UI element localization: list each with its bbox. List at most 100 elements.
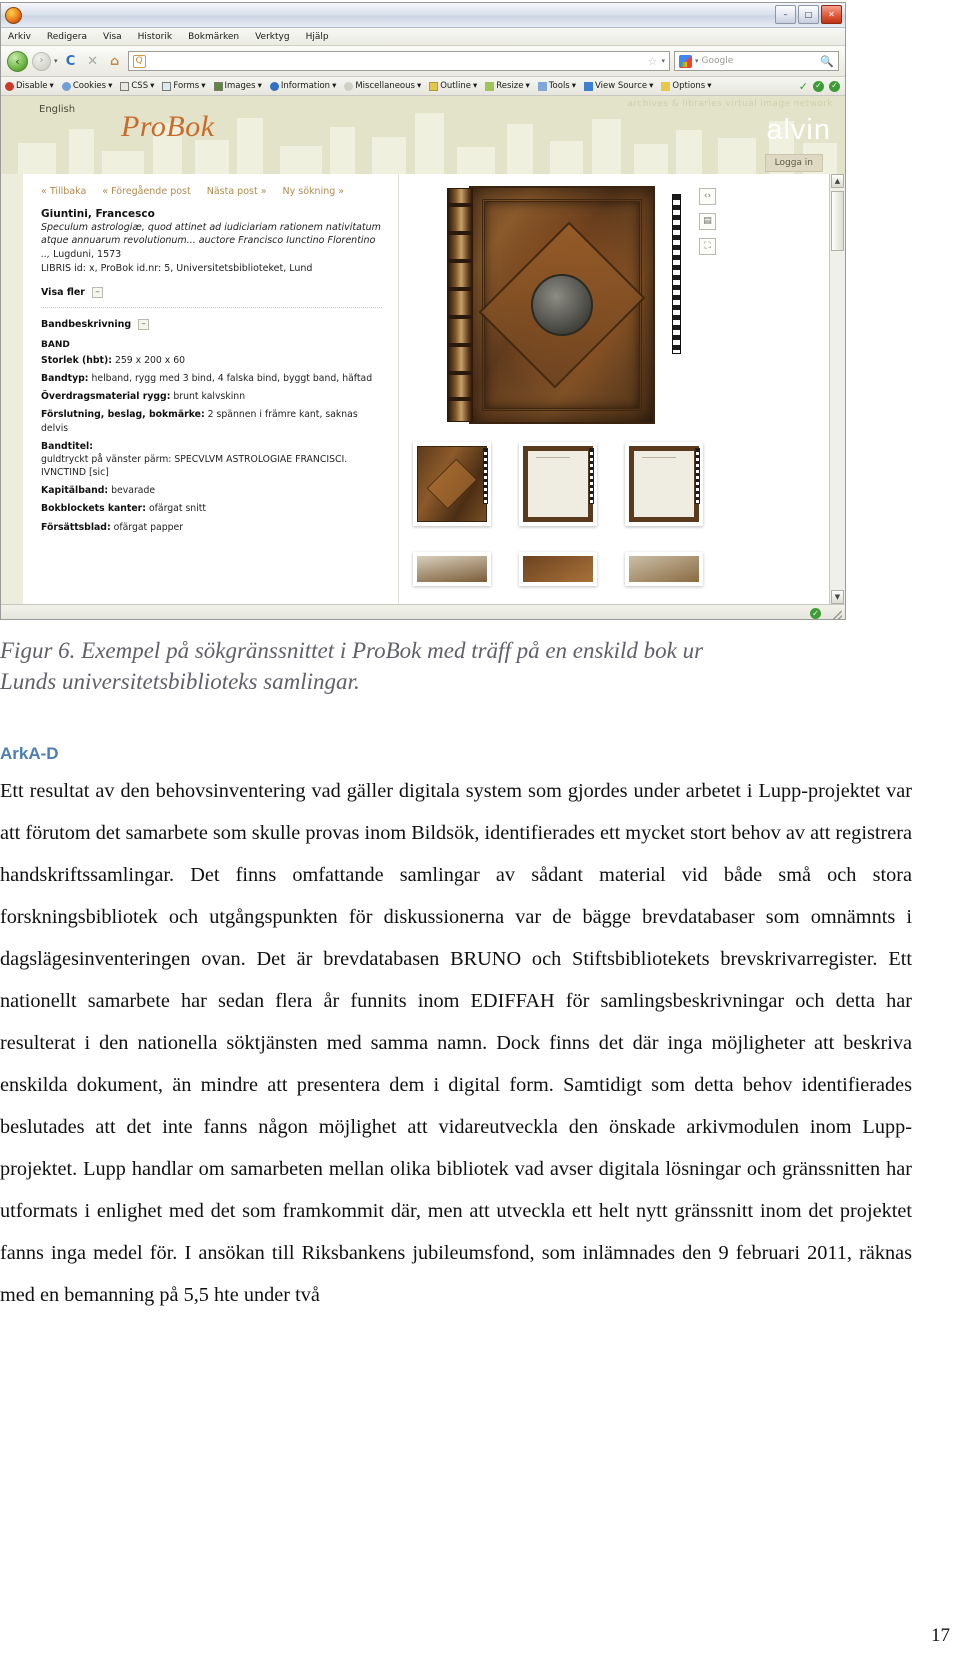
devtool-css[interactable]: CSS ▾	[120, 81, 154, 91]
record-details-panel: « Tillbaka « Föregående post Nästa post …	[1, 174, 399, 604]
binding-description-header[interactable]: Bandbeskrivning –	[41, 318, 382, 330]
search-bar[interactable]: ▾ Google 🔍	[674, 51, 839, 71]
binding-description-title: Bandbeskrivning	[41, 318, 132, 330]
minimize-button[interactable]: –	[775, 5, 796, 24]
scroll-up-arrow-icon[interactable]: ▲	[831, 174, 844, 188]
devtool-status-icons: ✓ ✓ ✓	[799, 80, 840, 92]
page-favicon-icon: Q	[132, 54, 146, 68]
history-dropdown-icon[interactable]: ▾	[54, 57, 58, 65]
devtool-resize[interactable]: Resize ▾	[485, 81, 530, 91]
stop-icon[interactable]: ✕	[84, 52, 102, 70]
search-engine-dropdown-icon[interactable]: ▾	[695, 57, 699, 65]
page-vertical-scrollbar[interactable]: ▲ ▼	[829, 174, 845, 604]
figure-caption: Figur 6. Exempel på sökgränssnittet i Pr…	[0, 636, 912, 697]
menu-item-redigera[interactable]: Redigera	[47, 32, 87, 42]
menu-item-arkiv[interactable]: Arkiv	[8, 32, 31, 42]
google-icon	[679, 54, 692, 68]
devtool-images[interactable]: Images ▾	[213, 81, 262, 91]
expand-view-icon[interactable]: ‹›	[699, 188, 716, 205]
devtool-images-label: Images	[224, 81, 256, 91]
menu-item-visa[interactable]: Visa	[103, 32, 122, 42]
devtool-options[interactable]: Options ▾	[661, 81, 711, 91]
thumbnail-item[interactable]	[519, 442, 597, 526]
record-author: Giuntini, Francesco	[41, 208, 155, 220]
probok-logo[interactable]: ProBok	[121, 110, 215, 144]
devtool-css-label: CSS	[131, 81, 149, 91]
validation-ok-circle-icon-2: ✓	[829, 80, 840, 92]
thumbnail-item[interactable]	[625, 442, 703, 526]
body-text: Ett resultat av den behovsinventering va…	[0, 770, 912, 1316]
devtool-disable-label: Disable	[16, 81, 48, 91]
web-developer-toolbar: Disable ▾ Cookies ▾ CSS ▾ Forms ▾ Images ▾ In…	[1, 77, 845, 96]
search-input-placeholder[interactable]: Google	[702, 56, 818, 66]
scroll-down-arrow-icon[interactable]: ▼	[831, 590, 844, 604]
thumbnail-item[interactable]	[413, 442, 491, 526]
devtool-miscellaneous[interactable]: Miscellaneous ▾	[344, 81, 421, 91]
firefox-logo-icon	[5, 6, 22, 24]
reload-icon[interactable]: C	[62, 52, 80, 70]
show-more-toggle-icon[interactable]: –	[91, 286, 103, 298]
binding-description-toggle-icon[interactable]: –	[138, 318, 150, 330]
thumbnail-item[interactable]	[625, 552, 703, 586]
thumbnail-scale-bar	[695, 448, 700, 504]
browser-menubar[interactable]: Arkiv Redigera Visa Historik Bokmärken V…	[1, 28, 845, 46]
miscellaneous-icon	[344, 81, 354, 91]
menu-item-verktyg[interactable]: Verktyg	[255, 32, 289, 42]
field-bandtyp: Bandtyp: helband, rygg med 3 bind, 4 fal…	[41, 372, 382, 385]
address-bar[interactable]: Q ☆ ▾	[127, 51, 670, 71]
devtool-information[interactable]: Information ▾	[269, 81, 336, 91]
outline-icon	[429, 81, 439, 91]
thumbnail-view-icon[interactable]: ▤	[699, 213, 716, 230]
link-foregaende-post[interactable]: « Föregående post	[102, 186, 190, 197]
section-divider	[41, 306, 382, 308]
link-tillbaka[interactable]: « Tillbaka	[41, 186, 86, 197]
menu-item-hjalp[interactable]: Hjälp	[306, 32, 329, 42]
maximize-button[interactable]: □	[798, 5, 819, 24]
thumbnail-grid-row2	[413, 552, 743, 586]
search-submit-icon[interactable]: 🔍	[820, 56, 834, 67]
cover-center-boss	[531, 274, 593, 336]
thumbnail-item[interactable]	[519, 552, 597, 586]
scrollbar-thumb[interactable]	[831, 191, 844, 251]
devtool-view-source[interactable]: View Source ▾	[584, 81, 653, 91]
record-identifiers: LIBRIS id: x, ProBok id.nr: 5, Universit…	[41, 263, 313, 275]
page-number: 17	[931, 1625, 950, 1646]
home-icon[interactable]: ⌂	[106, 52, 124, 70]
disable-icon	[5, 81, 14, 91]
fullscreen-view-icon[interactable]: ⛶	[699, 238, 716, 255]
devtool-options-label: Options	[672, 81, 706, 91]
devtool-information-label: Information	[280, 81, 331, 91]
cookies-icon	[61, 81, 71, 91]
devtool-caret: ▾	[201, 81, 206, 91]
login-button[interactable]: Logga in	[764, 154, 823, 172]
back-button-icon[interactable]: ‹	[7, 50, 28, 72]
devtool-resize-label: Resize	[496, 81, 524, 91]
thumbnail-page-image	[629, 446, 699, 522]
thumbnail-item[interactable]	[413, 552, 491, 586]
window-controls[interactable]: – □ ✕	[775, 5, 842, 24]
devtool-forms[interactable]: Forms ▾	[162, 81, 206, 91]
resize-grip-icon[interactable]	[832, 611, 842, 619]
address-dropdown-icon[interactable]: ▾	[661, 57, 665, 65]
show-more-label: Visa fler	[41, 286, 85, 298]
menu-item-bokmarken[interactable]: Bokmärken	[188, 32, 239, 42]
menu-item-historik[interactable]: Historik	[138, 32, 172, 42]
main-book-image[interactable]	[447, 186, 681, 426]
field-forslutning-label: Förslutning, beslag, bokmärke:	[41, 409, 205, 421]
language-link-english[interactable]: English	[39, 104, 75, 115]
devtool-disable[interactable]: Disable ▾	[5, 81, 54, 91]
devtool-cookies[interactable]: Cookies ▾	[61, 81, 113, 91]
field-forsattsblad-value: ofärgat papper	[113, 521, 184, 533]
devtool-tools[interactable]: Tools ▾	[537, 81, 576, 91]
link-ny-sokning[interactable]: Ny sökning »	[283, 186, 345, 197]
close-button[interactable]: ✕	[821, 5, 842, 24]
link-nasta-post[interactable]: Nästa post »	[207, 186, 267, 197]
devtool-caret: ▾	[108, 81, 113, 91]
bookmark-star-icon[interactable]: ☆	[648, 56, 658, 67]
thumbnail-binding-image	[417, 446, 487, 522]
field-forsattsblad-label: Försättsblad:	[41, 521, 111, 533]
devtool-caret: ▾	[49, 81, 54, 91]
show-more-row[interactable]: Visa fler –	[41, 286, 382, 298]
forward-button-icon[interactable]: ›	[32, 51, 51, 71]
devtool-outline[interactable]: Outline ▾	[429, 81, 477, 91]
